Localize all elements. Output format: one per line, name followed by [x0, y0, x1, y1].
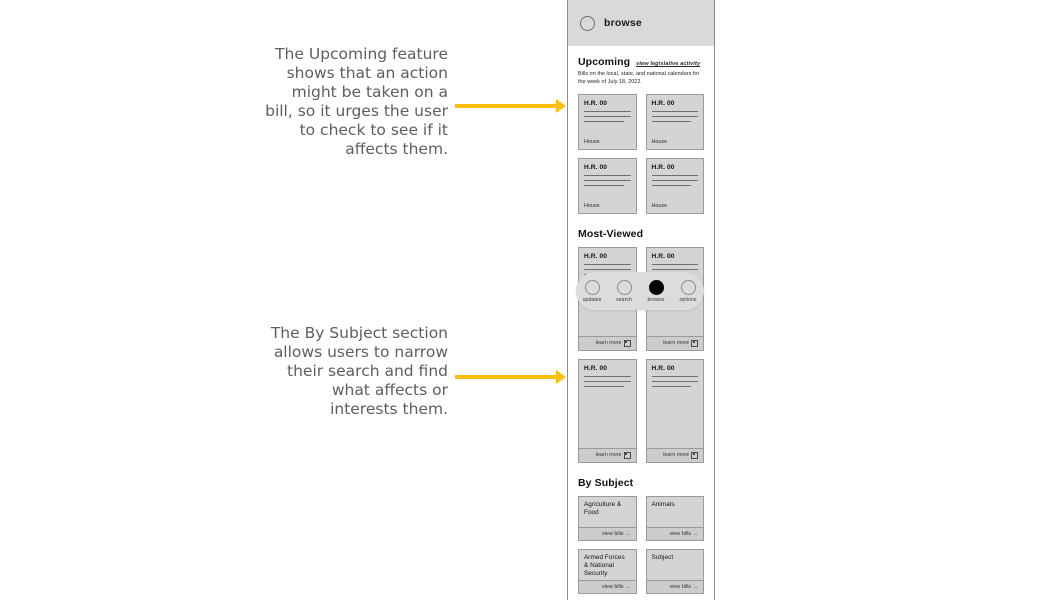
bill-title: H.R. 00	[584, 252, 608, 260]
section-header-by-subject: By Subject	[578, 477, 704, 489]
view-bills-button[interactable]: view bills →	[646, 579, 703, 593]
annotation-arrow-by-subject	[455, 370, 566, 384]
app-header-title: browse	[604, 17, 642, 29]
bill-chamber: House	[651, 138, 668, 145]
most-viewed-card[interactable]: H.R. 00 learn more	[645, 358, 704, 463]
bill-card[interactable]: H.R. 00 House	[645, 93, 704, 150]
subject-name: Agriculture & Food	[584, 500, 622, 516]
bill-placeholder-lines	[584, 110, 631, 122]
nav-item-label: options	[679, 296, 697, 303]
view-bills-button[interactable]: view bills →	[579, 526, 636, 540]
upcoming-card-grid: H.R. 00 House H.R. 00 House H.R. 00 Hous…	[578, 93, 704, 214]
bill-card[interactable]: H.R. 00 House	[578, 157, 637, 214]
view-legislative-activity-link[interactable]: view legislative activity	[636, 61, 700, 67]
subject-name: Animals	[651, 500, 675, 508]
nav-item-options[interactable]: options	[674, 279, 702, 303]
learn-more-button[interactable]: learn more	[579, 335, 636, 350]
bill-chamber: House	[584, 138, 600, 145]
circle-outline-icon	[580, 15, 595, 31]
subject-card[interactable]: Subject view bills →	[645, 548, 704, 594]
app-header: browse	[568, 0, 714, 46]
subject-name: Subject	[651, 553, 674, 561]
bill-card[interactable]: H.R. 00 House	[578, 93, 637, 150]
nav-item-label: search	[616, 296, 632, 303]
learn-more-label: learn more	[663, 340, 689, 347]
bill-title: H.R. 00	[651, 364, 675, 372]
view-bills-button[interactable]: view bills →	[646, 526, 703, 540]
nav-item-label: browse	[647, 296, 665, 303]
bill-chamber: House	[584, 202, 600, 209]
bill-title: H.R. 00	[651, 99, 675, 107]
nav-item-search[interactable]: search	[610, 279, 638, 303]
bill-placeholder-lines	[651, 174, 698, 186]
bottom-nav-bar: updates search browse options	[576, 272, 704, 310]
annotation-upcoming: The Upcoming feature shows that an actio…	[265, 45, 448, 158]
bill-placeholder-lines	[651, 110, 698, 122]
nav-item-updates[interactable]: updates	[578, 279, 606, 303]
external-link-icon	[691, 451, 698, 459]
most-viewed-card[interactable]: H.R. 00 learn more	[578, 358, 637, 463]
bill-placeholder-lines	[584, 375, 631, 387]
circle-outline-icon	[616, 279, 632, 295]
app-content: Upcoming view legislative activity Bills…	[568, 46, 714, 600]
bill-placeholder-lines	[584, 174, 631, 186]
learn-more-label: learn more	[595, 452, 622, 459]
learn-more-button[interactable]: learn more	[579, 447, 636, 462]
learn-more-label: learn more	[595, 340, 622, 347]
subject-card[interactable]: Animals view bills →	[645, 495, 704, 541]
bill-card[interactable]: H.R. 00 House	[645, 157, 704, 214]
bill-placeholder-lines	[651, 375, 698, 387]
bill-title: H.R. 00	[584, 364, 608, 372]
section-title-upcoming: Upcoming	[578, 56, 631, 68]
learn-more-button[interactable]: learn more	[646, 335, 703, 350]
external-link-icon	[691, 339, 698, 347]
bill-title: H.R. 00	[584, 99, 608, 107]
subject-card[interactable]: Armed Forces & National Security view bi…	[578, 548, 637, 594]
subject-card[interactable]: Agriculture & Food view bills →	[578, 495, 637, 541]
nav-item-browse[interactable]: browse	[642, 279, 670, 303]
circle-filled-icon	[648, 279, 664, 295]
bill-chamber: House	[651, 202, 668, 209]
learn-more-label: learn more	[663, 452, 689, 459]
section-title-most-viewed: Most-Viewed	[578, 227, 644, 240]
annotation-by-subject: The By Subject section allows users to n…	[270, 324, 448, 418]
section-header-upcoming: Upcoming view legislative activity	[578, 56, 704, 68]
learn-more-button[interactable]: learn more	[646, 447, 703, 462]
external-link-icon	[623, 339, 631, 347]
section-title-by-subject: By Subject	[578, 476, 634, 489]
external-link-icon	[623, 451, 631, 459]
section-subtitle-upcoming: Bills on the local, state, and national …	[578, 71, 700, 85]
phone-mockup: browse Upcoming view legislative activit…	[567, 0, 715, 600]
section-header-most-viewed: Most-Viewed	[578, 228, 704, 240]
subject-name: Armed Forces & National Security	[584, 553, 625, 578]
bill-title: H.R. 00	[651, 252, 675, 260]
view-bills-button[interactable]: view bills →	[579, 579, 636, 593]
bill-title: H.R. 00	[651, 163, 675, 171]
bill-title: H.R. 00	[584, 163, 608, 171]
annotation-arrow-upcoming	[455, 99, 566, 113]
circle-outline-icon	[584, 279, 600, 295]
nav-item-label: updates	[582, 296, 602, 303]
by-subject-card-grid: Agriculture & Food view bills → Animals …	[578, 495, 704, 600]
circle-outline-icon	[680, 279, 696, 295]
